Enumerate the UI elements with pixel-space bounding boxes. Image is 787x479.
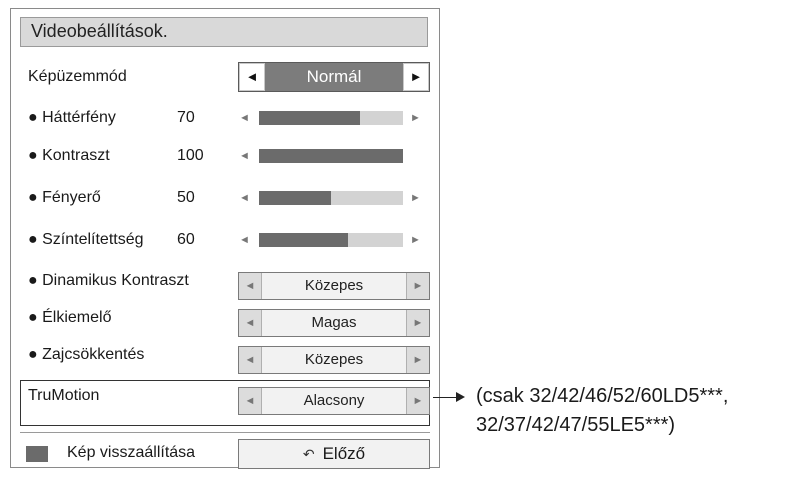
slider-fill [259, 149, 403, 163]
slider-value: 100 [177, 147, 204, 164]
select-right-arrow-icon[interactable]: ► [406, 347, 429, 373]
select-left-arrow-icon[interactable]: ◄ [239, 388, 262, 414]
select-left-arrow-icon[interactable]: ◄ [239, 273, 262, 299]
model-note: (csak 32/42/46/52/60LD5***, 32/37/42/47/… [476, 382, 728, 440]
select-value: Közepes [304, 277, 364, 294]
picture-mode-value: Normál [265, 63, 403, 91]
slider-right-arrow-icon[interactable]: ► [410, 192, 421, 204]
select-row-edge-enhancer[interactable]: ● Élkiemelő ◄ Magas ► [11, 307, 441, 337]
picture-reset-label[interactable]: Kép visszaállítása [67, 444, 195, 462]
slider-left-arrow-icon[interactable]: ◄ [239, 150, 250, 162]
divider [20, 432, 430, 433]
model-note-line-1: (csak 32/42/46/52/60LD5***, [476, 385, 729, 407]
slider-fill [259, 233, 349, 247]
select-value: Közepes [304, 351, 364, 368]
select-left-arrow-icon[interactable]: ◄ [239, 310, 262, 336]
model-note-line-2: 32/37/42/47/55LE5***) [476, 414, 676, 436]
slider-track[interactable] [259, 233, 403, 247]
picture-mode-selector[interactable]: ◄ Normál ► [238, 62, 430, 92]
trumotion-select[interactable]: ◄ Alacsony ► [238, 387, 430, 415]
select-control[interactable]: ◄ Közepes ► [238, 272, 430, 300]
select-label: ● Zajcsökkentés [28, 346, 145, 363]
select-control[interactable]: ◄ Magas ► [238, 309, 430, 337]
callout-arrow-icon [456, 392, 465, 402]
select-label: ● Dinamikus Kontraszt [28, 272, 189, 289]
previous-button[interactable]: ↶ Előző [238, 439, 430, 469]
slider-fill [259, 191, 331, 205]
slider-value: 50 [177, 189, 195, 206]
slider-right-arrow-icon[interactable]: ► [410, 234, 421, 246]
slider-row-backlight[interactable]: ● Háttérfény 70 ◄ ► [11, 106, 441, 136]
reset-color-key-icon [26, 446, 48, 462]
slider-left-arrow-icon[interactable]: ◄ [239, 192, 250, 204]
select-label: ● Élkiemelő [28, 309, 112, 326]
slider-track[interactable] [259, 111, 403, 125]
slider-track[interactable] [259, 149, 403, 163]
slider-value: 70 [177, 109, 195, 126]
select-right-arrow-icon[interactable]: ► [406, 310, 429, 336]
slider-right-arrow-icon[interactable]: ► [410, 112, 421, 124]
slider-left-arrow-icon[interactable]: ◄ [239, 234, 250, 246]
picture-mode-right-arrow-icon[interactable]: ► [404, 64, 428, 90]
menu-title: Videobeállítások. [31, 21, 168, 41]
slider-label: ● Fényerő [28, 189, 101, 206]
select-row-noise-reduction[interactable]: ● Zajcsökkentés ◄ Közepes ► [11, 344, 441, 374]
slider-row-contrast[interactable]: ● Kontraszt 100 ◄ ► [11, 144, 441, 174]
slider-track[interactable] [259, 191, 403, 205]
trumotion-label: TruMotion [28, 387, 100, 404]
trumotion-value: Alacsony [303, 392, 365, 409]
select-value: Magas [311, 314, 357, 331]
select-right-arrow-icon[interactable]: ► [406, 388, 429, 414]
picture-mode-label: Képüzemmód [28, 68, 127, 85]
video-settings-panel: Videobeállítások. Képüzemmód ◄ Normál ► … [10, 8, 441, 469]
title-bar: Videobeállítások. [20, 17, 428, 47]
slider-left-arrow-icon[interactable]: ◄ [239, 112, 250, 124]
slider-fill [259, 111, 360, 125]
trumotion-content: TruMotion ◄ Alacsony ► [11, 386, 441, 416]
slider-label: ● Kontraszt [28, 147, 110, 164]
slider-row-brightness[interactable]: ● Fényerő 50 ◄ ► [11, 186, 441, 216]
slider-row-saturation[interactable]: ● Színtelítettség 60 ◄ ► [11, 228, 441, 258]
slider-value: 60 [177, 231, 195, 248]
slider-label: ● Színtelítettség [28, 231, 144, 248]
select-left-arrow-icon[interactable]: ◄ [239, 347, 262, 373]
picture-mode-left-arrow-icon[interactable]: ◄ [240, 64, 264, 90]
slider-label: ● Háttérfény [28, 109, 116, 126]
select-right-arrow-icon[interactable]: ► [406, 273, 429, 299]
select-row-dynamic-contrast[interactable]: ● Dinamikus Kontraszt ◄ Közepes ► [11, 270, 441, 300]
select-control[interactable]: ◄ Közepes ► [238, 346, 430, 374]
previous-label: Előző [322, 444, 366, 463]
back-arrow-icon: ↶ [302, 446, 315, 462]
